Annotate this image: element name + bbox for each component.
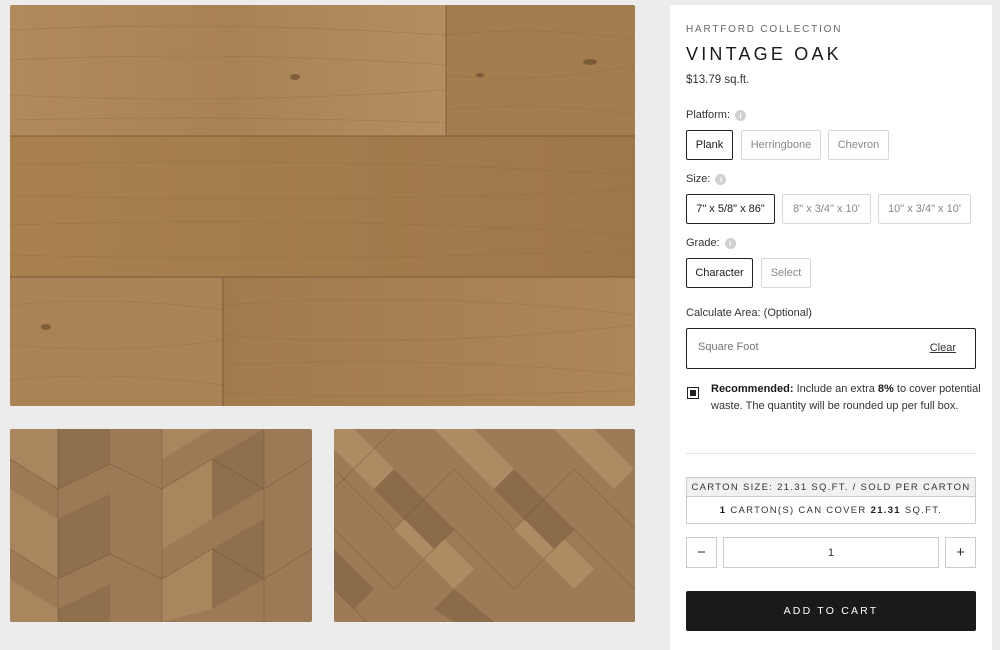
carton-coverage-info: 1 CARTON(S) CAN COVER 21.31 SQ.FT.: [686, 497, 976, 524]
chevron-image[interactable]: [10, 429, 312, 622]
quantity-input[interactable]: [723, 537, 939, 568]
collection-name: HARTFORD COLLECTION: [686, 24, 843, 35]
recommendation-lead: Recommended:: [711, 383, 794, 395]
info-icon[interactable]: i: [724, 237, 736, 249]
carton-count: 1: [719, 504, 727, 516]
product-options-panel: HARTFORD COLLECTION VINTAGE OAK $13.79 s…: [670, 5, 992, 650]
carton-cover-unit: SQ.FT.: [904, 504, 943, 516]
recommended-checkbox[interactable]: [687, 387, 699, 399]
wood-herringbone-photo: [334, 429, 635, 622]
carton-cover-value: 21.31: [870, 504, 901, 516]
herringbone-image[interactable]: [334, 429, 635, 622]
square-foot-input[interactable]: [698, 341, 898, 353]
platform-label-text: Platform:: [686, 109, 731, 121]
recommendation-before: Include an extra: [793, 383, 878, 395]
recommendation-text: Recommended: Include an extra 8% to cove…: [711, 381, 981, 415]
product-title: VINTAGE OAK: [686, 44, 842, 64]
clear-link[interactable]: Clear: [930, 342, 956, 354]
divider: [686, 453, 976, 454]
carton-size-info: CARTON SIZE: 21.31 SQ.FT. / SOLD PER CAR…: [686, 477, 976, 497]
grade-label: Grade: i: [686, 237, 736, 249]
wood-chevron-photo: [10, 429, 312, 622]
recommendation-percent: 8%: [877, 383, 894, 395]
info-icon[interactable]: i: [735, 109, 747, 121]
size-option-10in[interactable]: 10" x 3/4" x 10': [878, 194, 971, 224]
grade-label-text: Grade:: [686, 237, 720, 249]
size-label-text: Size:: [686, 173, 711, 185]
size-label: Size: i: [686, 173, 727, 185]
quantity-increase-button[interactable]: +: [945, 537, 976, 568]
add-to-cart-button[interactable]: ADD TO CART: [686, 591, 976, 631]
size-option-7in[interactable]: 7" x 5/8" x 86": [686, 194, 775, 224]
grade-option-select[interactable]: Select: [761, 258, 811, 288]
platform-option-chevron[interactable]: Chevron: [828, 130, 889, 160]
platform-option-herringbone[interactable]: Herringbone: [741, 130, 821, 160]
wood-plank-photo: [10, 5, 635, 406]
quantity-decrease-button[interactable]: −: [686, 537, 717, 568]
area-field: Clear: [686, 328, 976, 369]
size-option-8in[interactable]: 8" x 3/4" x 10': [782, 194, 871, 224]
platform-option-plank[interactable]: Plank: [686, 130, 733, 160]
main-plank-image[interactable]: [10, 5, 635, 406]
grade-option-character[interactable]: Character: [686, 258, 753, 288]
product-price: $13.79 sq.ft.: [686, 74, 750, 86]
platform-label: Platform: i: [686, 109, 747, 121]
area-label: Calculate Area: (Optional): [686, 307, 812, 319]
info-icon[interactable]: i: [715, 173, 727, 185]
carton-cover-text: CARTON(S) CAN COVER: [730, 504, 867, 516]
